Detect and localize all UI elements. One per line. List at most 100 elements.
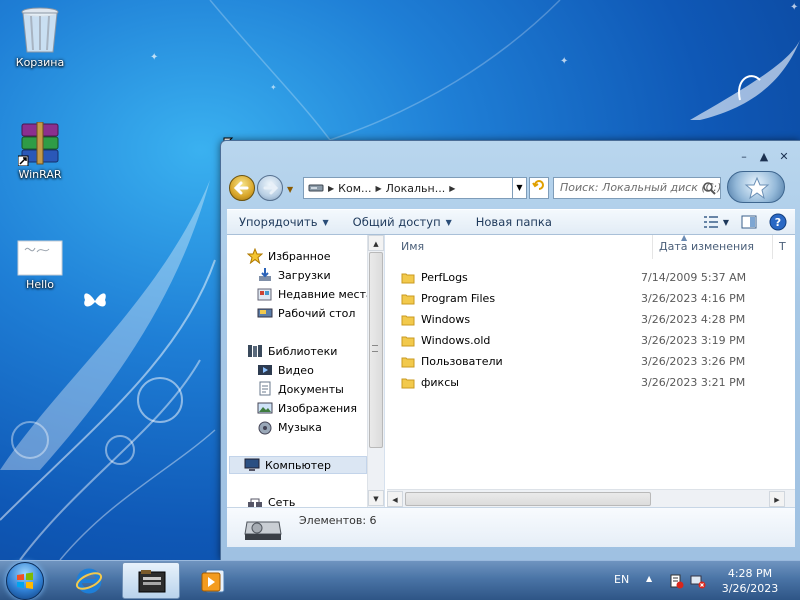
scroll-up-button[interactable]: ▲ [368, 235, 384, 251]
new-folder-button[interactable]: Новая папка [464, 215, 564, 229]
forward-button[interactable] [257, 175, 283, 201]
nav-item-label: Компьютер [265, 458, 331, 472]
address-history-dropdown[interactable]: ▼ [513, 177, 527, 199]
media-player-icon [201, 569, 225, 593]
scroll-left-button[interactable]: ◀ [387, 491, 403, 507]
scroll-thumb[interactable] [405, 492, 651, 506]
nav-item-network[interactable]: Сеть [247, 493, 295, 507]
nav-item-music[interactable]: Музыка [257, 418, 322, 436]
desktop-icon-label: Корзина [15, 56, 65, 69]
navigation-pane: Избранное Загрузки Недавние места Рабочи… [227, 235, 385, 507]
desktop-icon-label: Hello [26, 278, 54, 291]
nav-item-label: Музыка [278, 420, 322, 434]
scroll-right-button[interactable]: ▶ [769, 491, 785, 507]
details-pane: Элементов: 6 [227, 507, 795, 547]
explorer-icon [138, 570, 166, 593]
scroll-down-button[interactable]: ▼ [368, 490, 384, 506]
share-button[interactable]: Общий доступ ▼ [341, 215, 464, 229]
file-name-cell: Windows [401, 313, 641, 326]
taskbar-ie-button[interactable] [60, 562, 118, 599]
nav-item-libraries[interactable]: Библиотеки [247, 342, 337, 360]
nav-item-computer[interactable]: Компьютер [229, 456, 367, 474]
column-header-name[interactable]: Имя [395, 235, 653, 259]
file-row[interactable]: Program Files 3/26/2023 4:16 PM [401, 288, 785, 309]
file-date: 3/26/2023 3:26 PM [641, 355, 746, 368]
help-icon[interactable]: ? [769, 213, 787, 231]
search-icon[interactable] [702, 181, 716, 195]
explorer-window[interactable]: – ▲ ✕ ▼ ▶ Ком... ▶ Локальн... ▶ ▼ Поиск:… [220, 140, 800, 560]
breadcrumb-item[interactable]: Локальн... [386, 182, 446, 195]
column-header-type[interactable]: Т [773, 235, 795, 259]
taskbar-explorer-button[interactable] [122, 562, 180, 599]
file-row[interactable]: PerfLogs 7/14/2009 5:37 AM [401, 267, 785, 288]
navigation-bar: ▼ ▶ Ком... ▶ Локальн... ▶ ▼ Поиск: Локал… [227, 171, 795, 207]
back-button[interactable] [229, 175, 255, 201]
file-row[interactable]: Windows 3/26/2023 4:28 PM [401, 309, 785, 330]
folder-icon [401, 294, 415, 304]
nav-item-pictures[interactable]: Изображения [257, 399, 357, 417]
file-name-cell: Пользователи [401, 355, 641, 368]
file-row[interactable]: фиксы 3/26/2023 3:21 PM [401, 372, 785, 393]
column-header-label: Т [779, 240, 786, 253]
file-list-horizontal-scrollbar[interactable]: ◀ ▶ [387, 489, 795, 507]
pictures-icon [257, 402, 273, 414]
folder-icon [401, 336, 415, 346]
organize-button[interactable]: Упорядочить ▼ [227, 215, 341, 229]
nav-item-video[interactable]: Видео [257, 361, 314, 379]
maximize-button[interactable]: ▲ [758, 151, 770, 163]
desktop-icon-hello[interactable]: Hello [0, 240, 80, 291]
nav-item-label: Загрузки [278, 268, 331, 282]
scroll-grip [372, 345, 378, 352]
nav-pane-scrollbar[interactable]: ▲ ▼ [367, 235, 384, 507]
file-date: 3/26/2023 4:16 PM [641, 292, 746, 305]
breadcrumb-separator[interactable]: ▶ [328, 184, 334, 193]
column-header-date[interactable]: Дата изменения [653, 235, 773, 259]
nav-item-favorites[interactable]: Избранное [247, 247, 330, 265]
action-center-icon[interactable] [668, 573, 684, 589]
nav-item-desktop[interactable]: Рабочий стол [257, 304, 355, 322]
network-icon [248, 498, 262, 507]
breadcrumb-separator[interactable]: ▶ [375, 184, 381, 193]
file-row[interactable]: Windows.old 3/26/2023 3:19 PM [401, 330, 785, 351]
file-list: ▲ Имя Дата изменения Т PerfLogs 7/14/200… [387, 233, 795, 507]
search-input[interactable]: Поиск: Локальный диск (C:) [553, 177, 721, 199]
nav-item-downloads[interactable]: Загрузки [257, 266, 331, 284]
recent-places-icon [257, 288, 272, 301]
nav-item-documents[interactable]: Документы [257, 380, 344, 398]
file-name: Windows [421, 313, 471, 326]
close-button[interactable]: ✕ [778, 151, 790, 163]
item-count: Элементов: 6 [299, 514, 377, 527]
nav-item-recent[interactable]: Недавние места [257, 285, 373, 303]
start-button[interactable] [6, 562, 44, 600]
file-name: фиксы [421, 376, 459, 389]
nav-item-label: Библиотеки [268, 344, 338, 358]
folder-icon [401, 273, 415, 283]
network-status-icon[interactable] [690, 573, 706, 589]
organize-label: Упорядочить [239, 215, 318, 229]
desktop-icon-recycle-bin[interactable]: Корзина [0, 6, 80, 69]
show-hidden-icons-button[interactable]: ▲ [646, 574, 652, 583]
chevron-down-icon: ▼ [322, 217, 329, 227]
language-indicator[interactable]: EN [614, 573, 629, 586]
nav-item-label: Изображения [278, 401, 357, 415]
folder-icon [401, 378, 415, 388]
folder-icon [401, 357, 415, 367]
winrar-icon [18, 122, 59, 166]
refresh-button[interactable] [529, 177, 549, 199]
preview-pane-icon[interactable] [741, 215, 757, 229]
desktop-icon-winrar[interactable]: WinRAR [0, 122, 80, 181]
clock[interactable]: 4:28 PM 3/26/2023 [710, 566, 790, 596]
address-bar[interactable]: ▶ Ком... ▶ Локальн... ▶ [303, 177, 513, 199]
taskbar-media-player-button[interactable] [184, 562, 242, 599]
breadcrumb-item[interactable]: Ком... [338, 182, 371, 195]
details-view-icon [703, 216, 718, 228]
file-date: 7/14/2009 5:37 AM [641, 271, 747, 284]
recent-pages-dropdown[interactable]: ▼ [287, 185, 293, 194]
minimize-button[interactable]: – [738, 151, 750, 163]
internet-explorer-icon [75, 568, 103, 594]
view-options-button[interactable]: ▼ [703, 216, 729, 228]
breadcrumb-separator[interactable]: ▶ [449, 184, 455, 193]
file-date: 3/26/2023 3:21 PM [641, 376, 746, 389]
file-row[interactable]: Пользователи 3/26/2023 3:26 PM [401, 351, 785, 372]
file-name-cell: фиксы [401, 376, 641, 389]
